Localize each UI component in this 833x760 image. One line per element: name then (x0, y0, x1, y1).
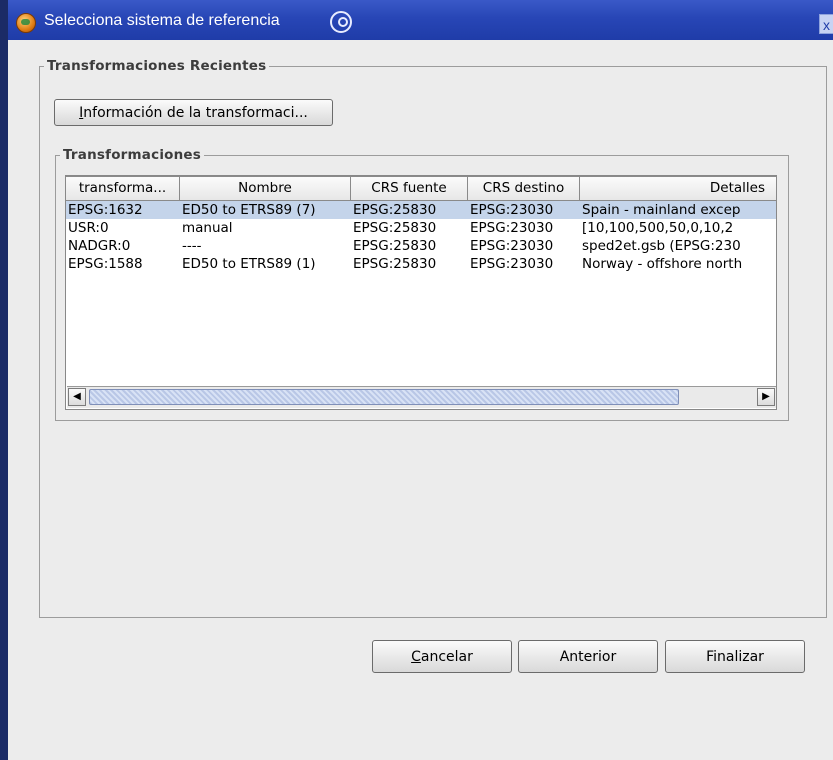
cell-target-crs: EPSG:23030 (470, 202, 554, 218)
cell-target-crs: EPSG:23030 (470, 256, 554, 272)
cell-details: [10,100,500,50,0,10,2 (582, 220, 734, 236)
cancel-button[interactable]: Cancelar (372, 640, 512, 673)
previous-label: Anterior (559, 648, 617, 665)
scroll-right-icon[interactable]: ▶ (757, 388, 775, 406)
window-title: Selecciona sistema de referencia (44, 12, 280, 29)
cancel-label: ancelar (420, 648, 473, 665)
cell-target-crs: EPSG:23030 (470, 238, 554, 254)
cell-transformation: EPSG:1632 (68, 202, 143, 218)
table-row[interactable]: NADGR:0 ---- EPSG:25830 EPSG:23030 sped2et.g… (66, 237, 776, 255)
column-header-target-crs[interactable]: CRS destino (468, 176, 580, 201)
finish-button[interactable]: Finalizar (665, 640, 805, 673)
cell-details: Norway - offshore north (582, 256, 743, 272)
cell-details: sped2et.gsb (EPSG:230 (582, 238, 741, 254)
column-header-transformation[interactable]: transforma... (66, 176, 180, 201)
transformations-group-legend: Transformaciones (63, 147, 202, 163)
scrollbar-thumb[interactable] (89, 389, 679, 405)
cell-transformation: NADGR:0 (68, 238, 131, 254)
dialog-window: Selecciona sistema de referencia x Trans… (8, 0, 833, 760)
table-body: EPSG:1632 ED50 to ETRS89 (7) EPSG:25830 EPS… (66, 201, 776, 273)
cell-source-crs: EPSG:25830 (353, 238, 437, 254)
column-header-details[interactable]: Detalles (580, 176, 776, 201)
column-header-source-crs[interactable]: CRS fuente (351, 176, 468, 201)
horizontal-scrollbar[interactable]: ◀ ▶ (67, 386, 776, 408)
table-header: transforma... Nombre CRS fuente CRS dest… (66, 176, 776, 201)
cell-transformation: USR:0 (68, 220, 109, 236)
swirl-icon (330, 11, 352, 33)
transformation-info-button[interactable]: Información de la transformaci... (54, 99, 333, 126)
cell-source-crs: EPSG:25830 (353, 256, 437, 272)
info-button-label: nformación de la transformaci... (83, 104, 308, 121)
cell-source-crs: EPSG:25830 (353, 202, 437, 218)
cell-name: ED50 to ETRS89 (1) (182, 256, 316, 272)
cell-transformation: EPSG:1588 (68, 256, 143, 272)
cell-source-crs: EPSG:25830 (353, 220, 437, 236)
cancel-mnemonic: C (411, 648, 421, 665)
title-bar[interactable]: Selecciona sistema de referencia x (8, 0, 833, 40)
previous-button[interactable]: Anterior (518, 640, 658, 673)
table-row[interactable]: USR:0 manual EPSG:25830 EPSG:23030 [10,100,5… (66, 219, 776, 237)
scroll-left-icon[interactable]: ◀ (68, 388, 86, 406)
app-globe-icon (16, 13, 36, 33)
cell-name: ED50 to ETRS89 (7) (182, 202, 316, 218)
cell-details: Spain - mainland excep (582, 202, 741, 218)
cell-name: ---- (182, 238, 202, 254)
column-header-name[interactable]: Nombre (180, 176, 351, 201)
table-row[interactable]: EPSG:1632 ED50 to ETRS89 (7) EPSG:25830 EPS… (66, 201, 776, 219)
cell-name: manual (182, 220, 233, 236)
finish-label: Finalizar (706, 648, 764, 665)
table-row[interactable]: EPSG:1588 ED50 to ETRS89 (1) EPSG:25830 EPS… (66, 255, 776, 273)
recent-group-legend: Transformaciones Recientes (47, 58, 267, 74)
cell-target-crs: EPSG:23030 (470, 220, 554, 236)
transformations-table: transforma... Nombre CRS fuente CRS dest… (65, 175, 777, 410)
close-button[interactable]: x (819, 14, 833, 34)
